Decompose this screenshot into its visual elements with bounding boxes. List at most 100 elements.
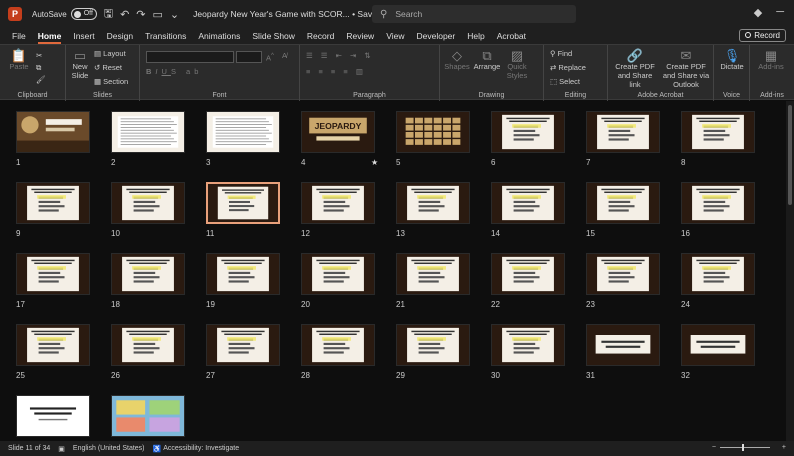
font-style-buttons[interactable]: BIUS ab xyxy=(146,67,202,76)
slide-thumbnail-6[interactable] xyxy=(491,111,565,153)
layout-button[interactable]: ▤ Layout xyxy=(94,49,126,58)
slide-thumbnail-7[interactable] xyxy=(586,111,660,153)
scrollbar-thumb[interactable] xyxy=(788,105,792,205)
zoom-in-icon[interactable]: + xyxy=(782,444,786,451)
find-button[interactable]: ⚲ Find xyxy=(550,49,572,58)
slide-thumbnail-5[interactable] xyxy=(396,111,470,153)
slide-thumbnail-32[interactable] xyxy=(681,324,755,366)
create-pdf-share-link-button[interactable]: 🔗 Create PDF and Share link xyxy=(612,48,658,89)
slide-thumbnail-8[interactable] xyxy=(681,111,755,153)
paste-button[interactable]: 📋 Paste xyxy=(6,49,32,71)
select-button[interactable]: ⬚ Select xyxy=(550,77,580,86)
slide-thumbnail-12[interactable] xyxy=(301,182,375,224)
slide-thumbnail-29[interactable] xyxy=(396,324,470,366)
slide-thumbnail-15[interactable] xyxy=(586,182,660,224)
slide-thumbnail-10[interactable] xyxy=(111,182,185,224)
slide-thumbnail-30[interactable] xyxy=(491,324,565,366)
slide-thumbnail-4[interactable]: JEOPARDY xyxy=(301,111,375,153)
slide-number-2: 2 xyxy=(111,158,116,167)
arrange-button[interactable]: ⧉ Arrange xyxy=(472,49,502,71)
slide-thumbnail-23[interactable] xyxy=(586,253,660,295)
tab-developer[interactable]: Developer xyxy=(416,28,455,44)
reset-button[interactable]: ↺ Reset xyxy=(94,63,122,72)
quick-styles-button[interactable]: ▨ Quick Styles xyxy=(504,49,530,80)
slide-thumbnail-21[interactable] xyxy=(396,253,470,295)
slide-thumbnail-31[interactable] xyxy=(586,324,660,366)
slide-thumbnail-27[interactable] xyxy=(206,324,280,366)
slide-thumbnail-9[interactable] xyxy=(16,182,90,224)
tab-acrobat[interactable]: Acrobat xyxy=(497,28,526,44)
copy-icon[interactable]: ⧉ xyxy=(36,63,41,72)
dictate-button[interactable]: 🎙 Dictate xyxy=(718,49,746,71)
list-icons[interactable]: ☰ ☰ ⇤ ⇥ ⇅ xyxy=(306,51,374,60)
diamond-icon[interactable]: ◆ xyxy=(754,6,762,19)
zoom-slider[interactable] xyxy=(719,444,770,451)
accessibility-status[interactable]: Accessibility: Investigate xyxy=(163,445,239,452)
slide-number-9: 9 xyxy=(16,229,21,238)
slide-thumbnail-3[interactable] xyxy=(206,111,280,153)
customize-toolbar-icon[interactable]: ⌄ xyxy=(170,8,179,21)
tab-insert[interactable]: Insert xyxy=(73,28,94,44)
record-button[interactable]: Record xyxy=(739,29,786,42)
font-size-combo[interactable] xyxy=(236,51,262,63)
slide-thumbnail-25[interactable] xyxy=(16,324,90,366)
section-button[interactable]: ▦ Section xyxy=(94,77,128,86)
slide-thumbnail-20[interactable] xyxy=(301,253,375,295)
tab-slide-show[interactable]: Slide Show xyxy=(252,28,295,44)
slide-thumbnail-14[interactable] xyxy=(491,182,565,224)
zoom-out-icon[interactable]: − xyxy=(712,444,716,451)
record-button-label: Record xyxy=(754,31,780,40)
slide-thumbnail-11[interactable] xyxy=(206,182,280,224)
slide-thumbnail-26[interactable] xyxy=(111,324,185,366)
font-name-combo[interactable] xyxy=(146,51,234,63)
slide-thumbnail-24[interactable] xyxy=(681,253,755,295)
slide-thumbnail-16[interactable] xyxy=(681,182,755,224)
tab-file[interactable]: File xyxy=(12,28,26,44)
tab-transitions[interactable]: Transitions xyxy=(145,28,186,44)
create-pdf-outlook-button[interactable]: ✉ Create PDF and Share via Outlook xyxy=(660,49,712,89)
slide-thumbnail-19[interactable] xyxy=(206,253,280,295)
slide-thumbnail-34[interactable] xyxy=(111,395,185,437)
pdf-link-icon: 🔗 xyxy=(626,48,644,63)
tab-design[interactable]: Design xyxy=(107,28,133,44)
slide-thumbnail-18[interactable] xyxy=(111,253,185,295)
shapes-button[interactable]: ◇ Shapes xyxy=(444,49,470,71)
vertical-scrollbar[interactable] xyxy=(786,101,794,441)
slide-thumbnail-22[interactable] xyxy=(491,253,565,295)
replace-button[interactable]: ⇄ Replace xyxy=(550,63,586,72)
search-box[interactable]: ⚲ Search xyxy=(372,5,576,23)
add-ins-button[interactable]: ▦ Add-ins xyxy=(756,49,786,71)
language-status[interactable]: English (United States) xyxy=(73,445,145,452)
autosave-toggle[interactable]: Off xyxy=(70,8,97,20)
format-painter-icon[interactable]: 🖌 xyxy=(36,75,46,84)
present-icon[interactable]: ▭ xyxy=(153,8,163,21)
tab-animations[interactable]: Animations xyxy=(198,28,240,44)
spell-check-icon[interactable]: ▣ xyxy=(58,445,65,453)
save-icon[interactable]: 🖫 xyxy=(104,5,113,24)
align-icons[interactable]: ≡ ≡ ≡ ≡ ▥ xyxy=(306,67,366,76)
slide-thumbnail-2[interactable] xyxy=(111,111,185,153)
group-adobe-acrobat: 🔗 Create PDF and Share link ✉ Create PDF a… xyxy=(608,45,714,101)
tab-review[interactable]: Review xyxy=(346,28,374,44)
slide-preview-10 xyxy=(112,183,184,223)
slide-thumbnail-28[interactable] xyxy=(301,324,375,366)
tab-help[interactable]: Help xyxy=(467,28,484,44)
minimize-icon[interactable]: ─ xyxy=(776,6,784,19)
tab-record[interactable]: Record xyxy=(307,28,334,44)
slide-counter: Slide 11 of 34 xyxy=(8,445,51,452)
zoom-control[interactable]: − + xyxy=(704,444,786,451)
slide-thumbnail-1[interactable] xyxy=(16,111,90,153)
redo-icon[interactable]: ↷ xyxy=(136,8,145,21)
new-slide-button[interactable]: ▭ New Slide xyxy=(68,49,92,80)
grow-font-icon[interactable]: A^ xyxy=(266,51,274,63)
tab-view[interactable]: View xyxy=(386,28,404,44)
slide-preview-2 xyxy=(112,112,184,152)
slide-thumbnail-33[interactable] xyxy=(16,395,90,437)
slide-preview-31 xyxy=(587,325,659,365)
slide-thumbnail-13[interactable] xyxy=(396,182,470,224)
cut-icon[interactable]: ✂ xyxy=(36,51,42,60)
slide-thumbnail-17[interactable] xyxy=(16,253,90,295)
clear-format-icon[interactable]: A̸ xyxy=(282,51,287,60)
undo-icon[interactable]: ↶ xyxy=(120,8,129,21)
tab-home[interactable]: Home xyxy=(37,28,62,44)
